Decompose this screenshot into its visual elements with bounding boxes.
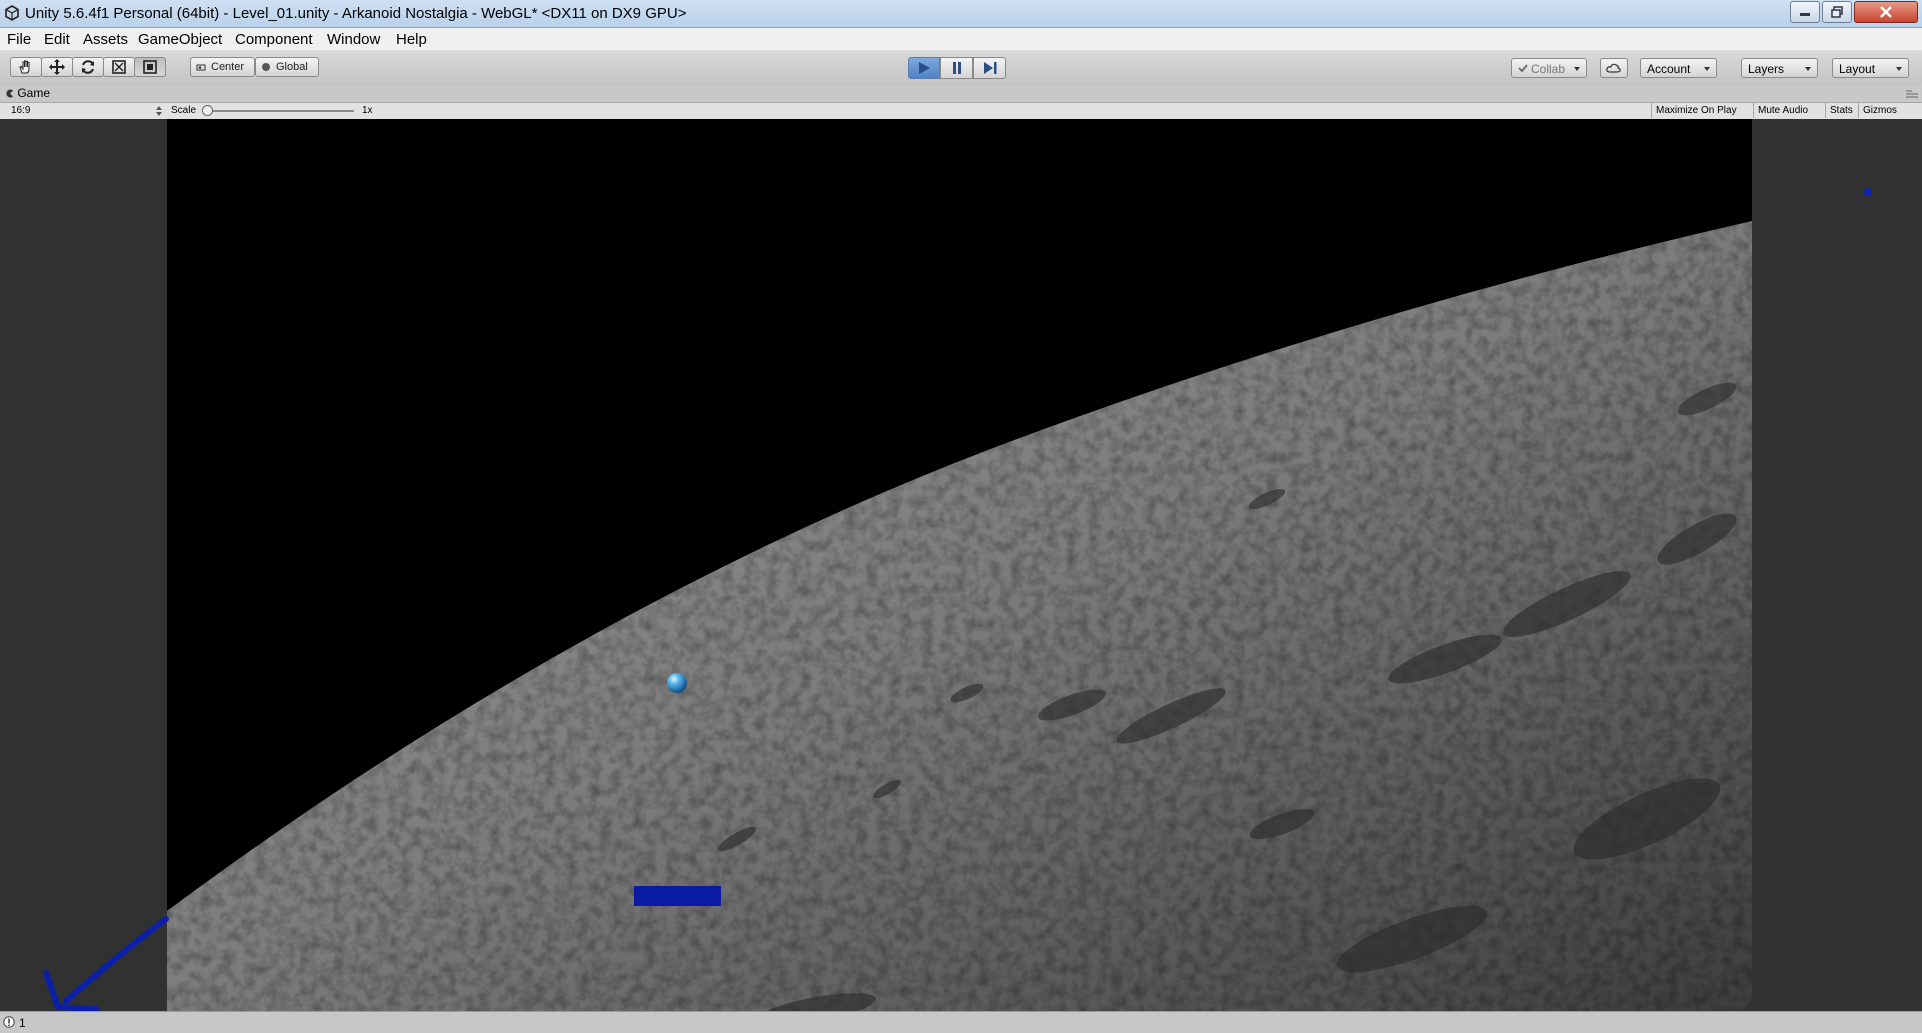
chevron-down-icon [1704,67,1710,71]
status-bar: 1 [0,1011,1922,1033]
mute-audio-toggle[interactable]: Mute Audio [1753,103,1826,118]
space-label: Global [276,61,308,73]
window-title: Unity 5.6.4f1 Personal (64bit) - Level_0… [25,5,687,22]
play-icon [919,62,930,74]
mute-audio-label: Mute Audio [1758,105,1809,116]
gizmos-dropdown[interactable]: Gizmos [1858,103,1922,118]
pause-button[interactable] [940,57,973,79]
title-bar: Unity 5.6.4f1 Personal (64bit) - Level_0… [0,0,1922,28]
chevron-down-icon [1805,67,1811,71]
stats-label: Stats [1830,105,1853,116]
info-icon [3,1016,15,1028]
scale-slider-track[interactable] [209,110,354,112]
move-tool-button[interactable] [41,57,73,77]
stats-toggle[interactable]: Stats [1825,103,1859,118]
pacman-icon [6,89,13,98]
rect-tool-icon [143,60,157,74]
menu-file[interactable]: File [7,31,31,48]
menu-edit[interactable]: Edit [44,31,70,48]
hand-tool-button[interactable] [10,57,42,77]
scale-value: 1x [362,105,373,116]
tab-game-label: Game [17,86,51,100]
updown-icon [156,106,162,116]
game-view-toolbar: 16:9 Scale 1x Maximize On Play Mute Audi… [0,102,1922,120]
move-icon [49,59,65,75]
maximize-on-play-toggle[interactable]: Maximize On Play [1651,103,1754,118]
cloud-button[interactable] [1600,58,1628,78]
restore-icon [1831,6,1843,18]
check-icon [1518,64,1528,73]
globe-icon [262,63,270,71]
game-tab-strip: Game [0,85,1922,102]
pivot-label: Center [211,61,245,73]
annotation-arrow-icon [43,916,169,1012]
layout-dropdown[interactable]: Layout [1832,58,1909,78]
layout-label: Layout [1839,62,1876,76]
chevron-down-icon [1896,67,1902,71]
menu-window[interactable]: Window [327,31,380,48]
unity-logo-icon [5,5,19,21]
collab-label: Collab [1531,62,1566,76]
game-viewport[interactable] [167,119,1752,1011]
menu-bar: File Edit Assets GameObject Component Wi… [0,28,1922,51]
paddle [634,886,721,906]
gizmos-label: Gizmos [1863,105,1897,116]
restore-button[interactable] [1822,1,1852,23]
collab-dropdown[interactable]: Collab [1511,58,1587,78]
scale-icon [112,60,126,74]
game-view[interactable] [0,119,1922,1012]
cloud-icon [1606,63,1621,73]
menu-component[interactable]: Component [235,31,313,48]
rotate-tool-button[interactable] [72,57,104,77]
menu-help[interactable]: Help [396,31,427,48]
pivot-center-button[interactable]: Center [190,57,255,77]
layers-dropdown[interactable]: Layers [1741,58,1818,78]
step-icon [983,62,996,74]
menu-gameobject[interactable]: GameObject [138,31,222,48]
aspect-ratio-label: 16:9 [11,105,31,116]
scale-slider-knob[interactable] [202,105,213,116]
aspect-ratio-dropdown[interactable]: 16:9 [6,104,164,118]
layers-label: Layers [1748,62,1785,76]
minimize-button[interactable] [1790,1,1820,23]
minimize-icon [1800,13,1810,16]
blue-dot-marker [1864,188,1872,196]
moon-background [167,119,1752,1011]
message-count: 1 [19,1016,26,1030]
rotate-icon [82,60,94,74]
tab-game[interactable]: Game [6,86,50,100]
hand-icon [19,60,30,74]
pause-icon [952,62,961,74]
pivot-icon [196,64,206,71]
menu-assets[interactable]: Assets [83,31,128,48]
rect-tool-button[interactable] [134,57,166,77]
step-button[interactable] [973,57,1006,79]
account-label: Account [1647,62,1691,76]
maximize-on-play-label: Maximize On Play [1656,105,1737,116]
account-dropdown[interactable]: Account [1640,58,1717,78]
tab-menu-icon[interactable] [1906,90,1918,98]
scale-label: Scale [171,105,197,116]
close-icon [1880,6,1892,18]
main-toolbar: Center Global Collab Account Layers Layo… [0,51,1922,86]
close-button[interactable] [1854,1,1918,23]
ball [667,673,687,693]
space-global-button[interactable]: Global [255,57,319,77]
chevron-down-icon [1574,67,1580,71]
play-button[interactable] [908,57,940,79]
scale-tool-button[interactable] [103,57,135,77]
